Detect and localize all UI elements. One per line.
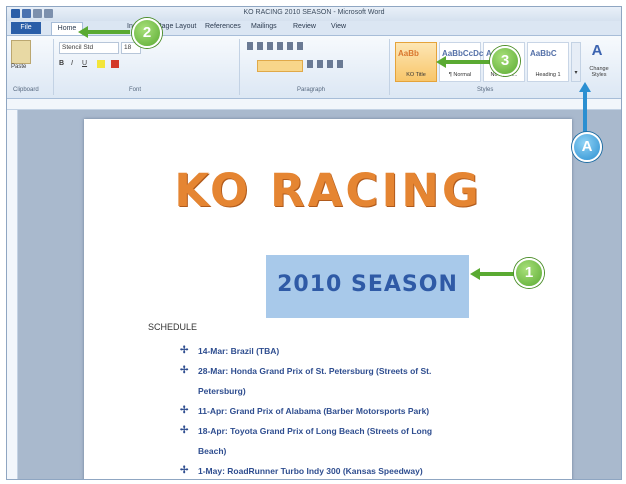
schedule-item[interactable]: Beach) [180, 441, 560, 461]
document-area: KO RACING 2010 SEASON SCHEDULE ✢ 14-Mar: … [18, 110, 621, 479]
schedule-item-text: 18-Apr: Toyota Grand Prix of Long Beach … [198, 426, 433, 436]
callout-3-arrowhead [436, 56, 446, 68]
schedule-label[interactable]: SCHEDULE [148, 322, 197, 332]
bullet-icon: ✢ [180, 405, 189, 416]
callout-1-arrow [478, 272, 514, 276]
style-sample: AaBbC [530, 49, 557, 58]
callout-2-arrowhead [78, 26, 88, 38]
schedule-item-text: 14-Mar: Brazil (TBA) [198, 346, 280, 356]
tab-references[interactable]: References [205, 23, 241, 30]
change-styles-icon[interactable]: A [587, 42, 607, 60]
group-divider [53, 39, 54, 95]
bold-button[interactable]: B [59, 60, 64, 67]
callout-a-arrowhead [579, 82, 591, 92]
bullet-icon: ✢ [180, 365, 189, 376]
schedule-item-text: 11-Apr: Grand Prix of Alabama (Barber Mo… [198, 406, 430, 416]
paragraph-group-label: Paragraph [297, 87, 326, 93]
font-color-icon[interactable] [111, 60, 119, 68]
callout-3-badge: 3 [490, 46, 520, 76]
style-ko-title[interactable]: AaBb KO Title [395, 42, 437, 82]
paste-label[interactable]: Paste [11, 64, 26, 70]
group-divider [389, 39, 390, 95]
schedule-item-text: 1-May: RoadRunner Turbo Indy 300 (Kansas… [198, 466, 423, 476]
schedule-item-text: 28-Mar: Honda Grand Prix of St. Petersbu… [198, 366, 432, 376]
callout-3-arrow [444, 60, 490, 64]
clipboard-group-label: Clipboard [13, 87, 39, 93]
style-sample: AaBb [398, 49, 419, 58]
season-selection[interactable]: 2010 SEASON [266, 255, 469, 318]
vertical-ruler[interactable] [7, 110, 18, 479]
change-styles-label[interactable]: Change Styles [582, 66, 616, 78]
callout-a-badge: A [572, 132, 602, 162]
tab-view[interactable]: View [331, 23, 346, 30]
tab-file[interactable]: File [11, 22, 41, 34]
style-name: Heading 1 [535, 72, 561, 78]
word-window: KO RACING 2010 SEASON - Microsoft Word F… [6, 6, 622, 480]
italic-button[interactable]: I [71, 60, 73, 67]
style-name: ¶ Normal [448, 72, 472, 78]
callout-1-arrowhead [470, 268, 480, 280]
season-heading[interactable]: 2010 SEASON [266, 272, 469, 297]
paste-icon[interactable] [11, 40, 31, 64]
schedule-item-text: Beach) [198, 446, 227, 456]
schedule-item[interactable]: ✢ 1-May: RoadRunner Turbo Indy 300 (Kansa… [180, 461, 560, 479]
paragraph-buttons[interactable] [307, 60, 347, 68]
group-divider [239, 39, 240, 95]
callout-2-badge: 2 [132, 18, 162, 48]
title-bar: KO RACING 2010 SEASON - Microsoft Word [7, 7, 621, 21]
schedule-item[interactable]: ✢ 28-Mar: Honda Grand Prix of St. Petersb… [180, 361, 560, 381]
highlight-icon[interactable] [97, 60, 105, 68]
callout-a-arrow [583, 90, 587, 134]
ribbon: Paste Clipboard Stencil Std 18 B I U Fon… [7, 36, 621, 99]
styles-more-button[interactable]: ▾ [571, 42, 581, 82]
schedule-item[interactable]: ✢ 14-Mar: Brazil (TBA) [180, 341, 560, 361]
styles-group-label: Styles [477, 87, 494, 93]
tab-mailings[interactable]: Mailings [251, 23, 277, 30]
font-name-box[interactable]: Stencil Std [59, 42, 119, 54]
bullet-icon: ✢ [180, 345, 189, 356]
document-title[interactable]: KO RACING [84, 164, 572, 217]
font-group-label: Font [129, 87, 142, 93]
tab-page-layout[interactable]: Page Layout [157, 23, 196, 30]
schedule-item[interactable]: ✢ 11-Apr: Grand Prix of Alabama (Barber M… [180, 401, 560, 421]
schedule-item[interactable]: Petersburg) [180, 381, 560, 401]
schedule-item[interactable]: ✢ 18-Apr: Toyota Grand Prix of Long Beach… [180, 421, 560, 441]
tab-review[interactable]: Review [293, 23, 316, 30]
callout-2-arrow [86, 30, 130, 34]
style-heading-1[interactable]: AaBbC Heading 1 [527, 42, 569, 82]
list-buttons[interactable] [247, 42, 307, 50]
align-center-button[interactable] [257, 60, 303, 72]
window-title: KO RACING 2010 SEASON - Microsoft Word [243, 9, 385, 16]
bullet-icon: ✢ [180, 465, 189, 476]
schedule-item-text: Petersburg) [198, 386, 246, 396]
schedule-list: ✢ 14-Mar: Brazil (TBA) ✢ 28-Mar: Honda Gra… [180, 341, 560, 479]
document-page[interactable]: KO RACING 2010 SEASON SCHEDULE ✢ 14-Mar: … [84, 119, 572, 479]
style-name: KO Title [406, 72, 426, 78]
underline-button[interactable]: U [82, 60, 87, 67]
horizontal-ruler[interactable] [7, 99, 621, 110]
bullet-icon: ✢ [180, 425, 189, 436]
style-sample: AaBbCcDc [442, 49, 484, 58]
callout-1-badge: 1 [514, 258, 544, 288]
